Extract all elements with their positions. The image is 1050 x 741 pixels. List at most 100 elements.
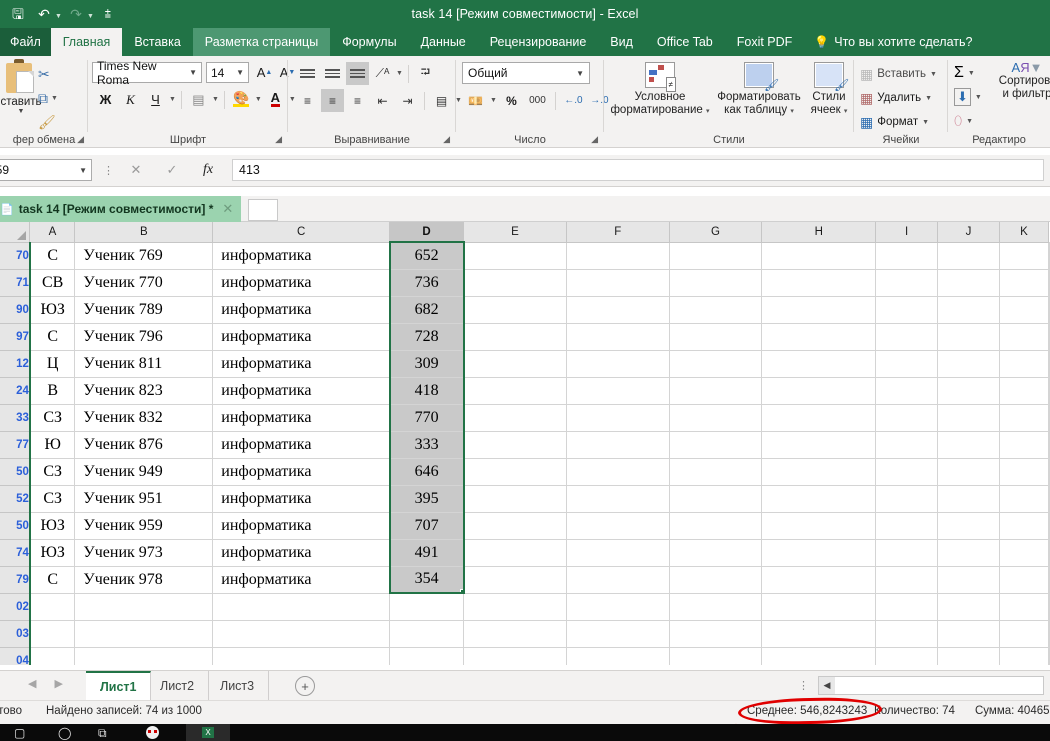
cell-styles-button[interactable]: 🖌 Стили ячеек ▾: [804, 62, 854, 118]
row-header[interactable]: 02: [0, 593, 31, 621]
cell-c[interactable]: [212, 647, 391, 665]
cut-icon[interactable]: ✂: [38, 67, 50, 81]
cell-empty[interactable]: [566, 269, 670, 297]
table-row[interactable]: 52 СЗ Ученик 951 информатика 395: [0, 485, 1050, 513]
cell-b[interactable]: Ученик 823: [74, 377, 214, 405]
cell-empty[interactable]: [937, 593, 1000, 621]
cell-empty[interactable]: [1048, 377, 1050, 405]
cell-empty[interactable]: [937, 323, 1000, 351]
cell-empty[interactable]: [761, 242, 877, 270]
table-row[interactable]: 90 ЮЗ Ученик 789 информатика 682: [0, 296, 1050, 324]
formula-bar-grip[interactable]: ⋮: [103, 164, 114, 177]
cell-empty[interactable]: [463, 377, 567, 405]
cell-empty[interactable]: [937, 485, 1000, 513]
cell-empty[interactable]: [999, 431, 1050, 459]
cell-empty[interactable]: [669, 485, 763, 513]
cell-empty[interactable]: [463, 242, 567, 270]
cell-empty[interactable]: [1048, 512, 1050, 540]
cell-empty[interactable]: [999, 620, 1050, 648]
cell-empty[interactable]: [566, 647, 670, 665]
cell-d[interactable]: 646: [388, 458, 465, 486]
cell-empty[interactable]: [1048, 620, 1050, 648]
underline-button[interactable]: Ч: [144, 88, 167, 111]
close-document-tab-icon[interactable]: ✕: [222, 201, 233, 217]
align-left-button[interactable]: ≡: [296, 89, 319, 112]
cell-empty[interactable]: [669, 404, 763, 432]
formula-input[interactable]: 413: [232, 159, 1044, 181]
format-painter-icon[interactable]: 🖌: [38, 115, 56, 129]
table-row[interactable]: 33 СЗ Ученик 832 информатика 770: [0, 404, 1050, 432]
format-as-table-dropdown-icon[interactable]: ▾: [790, 108, 794, 115]
cell-d[interactable]: 728: [388, 323, 465, 351]
conditional-formatting-dropdown-icon[interactable]: ▾: [706, 108, 710, 115]
cell-empty[interactable]: [463, 296, 567, 324]
cell-d[interactable]: 770: [388, 404, 465, 432]
name-box-dropdown-icon[interactable]: ▼: [79, 166, 87, 175]
cell-empty[interactable]: [566, 377, 670, 405]
currency-dropdown-icon[interactable]: ▼: [490, 97, 497, 104]
cell-empty[interactable]: [1048, 404, 1050, 432]
cell-empty[interactable]: [875, 269, 939, 297]
column-header-e[interactable]: E: [463, 222, 567, 243]
cell-empty[interactable]: [875, 566, 939, 594]
cell-empty[interactable]: [999, 566, 1050, 594]
cell-c[interactable]: информатика: [212, 350, 391, 378]
cell-empty[interactable]: [937, 566, 1000, 594]
row-header[interactable]: 33: [0, 404, 31, 432]
autosum-dropdown-icon[interactable]: ▼: [968, 70, 975, 77]
decrease-indent-button[interactable]: ⇤: [371, 89, 394, 112]
copy-dropdown-icon[interactable]: ▼: [51, 95, 58, 102]
column-header-i[interactable]: I: [875, 222, 939, 243]
cell-empty[interactable]: [566, 323, 670, 351]
format-as-table-button[interactable]: 🖌 Форматировать как таблицу ▾: [716, 62, 802, 118]
cell-a[interactable]: Ю: [29, 431, 76, 459]
cell-empty[interactable]: [999, 593, 1050, 621]
ribbon-tab-review[interactable]: Рецензирование: [478, 28, 599, 56]
cell-empty[interactable]: [1048, 539, 1050, 567]
cell-empty[interactable]: [463, 512, 567, 540]
cell-empty[interactable]: [463, 593, 567, 621]
ribbon-tab-view[interactable]: Вид: [598, 28, 645, 56]
cell-b[interactable]: Ученик 770: [74, 269, 214, 297]
italic-button[interactable]: К: [119, 88, 142, 111]
align-bottom-button[interactable]: [346, 62, 369, 85]
horizontal-scrollbar[interactable]: ◀: [818, 676, 1044, 695]
align-right-button[interactable]: ≡: [346, 89, 369, 112]
borders-dropdown-icon[interactable]: ▼: [212, 96, 219, 103]
fill-dropdown-icon[interactable]: ▼: [975, 94, 982, 101]
table-row[interactable]: 50 СЗ Ученик 949 информатика 646: [0, 458, 1050, 486]
cell-empty[interactable]: [999, 512, 1050, 540]
cell-empty[interactable]: [875, 593, 939, 621]
table-row[interactable]: 12 Ц Ученик 811 информатика 309: [0, 350, 1050, 378]
cell-empty[interactable]: [669, 512, 763, 540]
font-size-dropdown-icon[interactable]: ▼: [236, 68, 244, 77]
cell-b[interactable]: Ученик 789: [74, 296, 214, 324]
font-name-dropdown-icon[interactable]: ▼: [189, 68, 197, 77]
number-format-combo[interactable]: Общий ▼: [462, 62, 590, 84]
ribbon-tab-page-layout[interactable]: Разметка страницы: [192, 28, 331, 56]
cell-empty[interactable]: [875, 404, 939, 432]
align-top-button[interactable]: [296, 62, 319, 85]
percent-format-button[interactable]: %: [500, 89, 523, 112]
cell-empty[interactable]: [999, 242, 1050, 270]
cell-d[interactable]: 652: [388, 241, 465, 270]
comma-format-button[interactable]: 000: [526, 89, 549, 112]
format-cells-button[interactable]: ▦ Формат ▼: [860, 110, 937, 134]
wrap-text-button[interactable]: ⮒: [414, 62, 437, 85]
cell-empty[interactable]: [875, 242, 939, 270]
cell-empty[interactable]: [566, 296, 670, 324]
cell-empty[interactable]: [761, 296, 877, 324]
cell-empty[interactable]: [937, 647, 1000, 665]
font-size-combo[interactable]: 14 ▼: [206, 62, 249, 83]
cell-empty[interactable]: [463, 404, 567, 432]
cell-empty[interactable]: [1048, 647, 1050, 665]
bold-button[interactable]: Ж: [94, 88, 117, 111]
name-box[interactable]: D59 ▼: [0, 159, 92, 181]
cell-empty[interactable]: [669, 269, 763, 297]
cell-empty[interactable]: [761, 323, 877, 351]
cell-b[interactable]: Ученик 876: [74, 431, 214, 459]
conditional-formatting-button[interactable]: ≠ Условное форматирование ▾: [608, 62, 712, 118]
cell-d[interactable]: 309: [388, 350, 465, 378]
scroll-grip[interactable]: ⋮: [798, 679, 809, 692]
cell-c[interactable]: информатика: [212, 539, 391, 567]
